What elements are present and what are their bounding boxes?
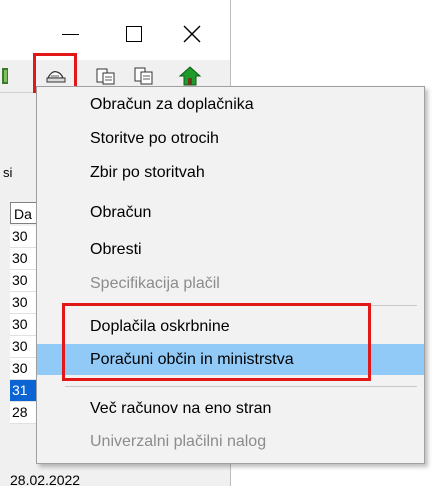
menu-item-obresti[interactable]: Obresti: [37, 234, 424, 265]
home-icon[interactable]: [178, 64, 202, 88]
menu-item-zbir-po-storitvah[interactable]: Zbir po storitvah: [37, 157, 424, 188]
print-icon[interactable]: [94, 64, 118, 88]
menu-item-univerzalni-placilni-nalog: Univerzalni plačilni nalog: [90, 433, 267, 450]
menu-item-obracun[interactable]: Obračun: [37, 197, 424, 228]
maximize-icon[interactable]: [126, 26, 142, 42]
menu-item-obracun-za-doplacnika[interactable]: Obračun za doplačnika: [37, 89, 424, 120]
grid-stub-label: si: [3, 165, 13, 180]
copy-icon[interactable]: [132, 64, 156, 88]
minimize-icon[interactable]: [62, 34, 79, 35]
menu-separator: [65, 386, 417, 387]
title-bar: [0, 0, 230, 60]
close-icon[interactable]: [182, 24, 202, 44]
annotation-frame-menu-items: [62, 303, 371, 381]
menu-item-vec-racunov-na-eno-stran[interactable]: Več računov na eno stran: [37, 393, 424, 424]
menu-item-specifikacija-placil: Specifikacija plačil: [90, 275, 220, 292]
menu-item-storitve-po-otrocih[interactable]: Storitve po otrocih: [37, 123, 424, 154]
toolbar-partial-icon[interactable]: [0, 64, 10, 88]
context-menu: Obračun za doplačnika Storitve po otroci…: [36, 86, 425, 464]
